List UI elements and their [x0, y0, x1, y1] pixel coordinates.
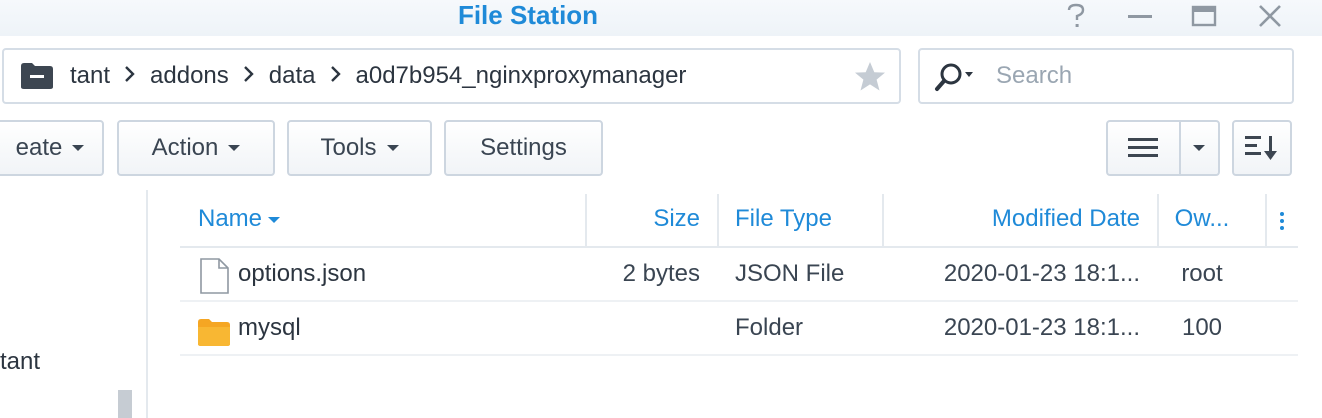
caret-down-icon — [228, 145, 241, 151]
caret-down-icon — [386, 145, 399, 151]
tools-button[interactable]: Tools — [287, 120, 432, 176]
file-icon — [200, 258, 229, 294]
caret-down-icon — [72, 145, 85, 151]
chevron-right-icon — [233, 62, 265, 90]
tools-button-label: Tools — [320, 134, 377, 161]
help-icon[interactable] — [1058, 2, 1094, 30]
column-header-name[interactable]: Name — [198, 192, 281, 246]
path-bar[interactable]: tant addons data a0d7b954_nginxproxymana… — [2, 48, 901, 104]
file-size — [585, 302, 700, 354]
breadcrumb-item[interactable]: addons — [146, 62, 233, 90]
list-view-icon — [1128, 138, 1159, 157]
settings-button-label: Settings — [480, 134, 567, 161]
file-name: options.json — [238, 260, 367, 287]
list-view-button[interactable] — [1108, 122, 1181, 174]
breadcrumb-item[interactable]: data — [265, 62, 320, 90]
action-button-label: Action — [151, 134, 219, 161]
sort-desc-icon — [268, 216, 281, 223]
folder-icon — [21, 63, 53, 89]
table-header: Name Size File Type Modified Date Ow... — [180, 192, 1298, 248]
caret-down-icon — [1193, 145, 1206, 151]
column-header-size[interactable]: Size — [585, 192, 700, 246]
search-box[interactable] — [918, 48, 1294, 104]
table-row[interactable]: options.json 2 bytes JSON File 2020-01-2… — [180, 248, 1298, 302]
maximize-icon[interactable] — [1186, 2, 1222, 30]
window-title: File Station — [457, 0, 599, 30]
folder-icon — [198, 319, 230, 346]
file-owner: 100 — [1181, 314, 1223, 341]
folder-tree: tant — [0, 190, 148, 418]
chevron-right-icon — [114, 62, 146, 90]
file-modified-date: 2020-01-23 18:1... — [943, 260, 1140, 287]
column-header-modified-date[interactable]: Modified Date — [882, 192, 1140, 246]
view-mode-group — [1106, 120, 1220, 176]
file-owner: root — [1181, 260, 1223, 287]
create-button[interactable]: eate — [0, 120, 104, 176]
column-divider[interactable] — [1265, 194, 1267, 246]
settings-button[interactable]: Settings — [444, 120, 603, 176]
column-header-name-label: Name — [198, 205, 263, 232]
view-mode-dropdown[interactable] — [1181, 122, 1218, 174]
breadcrumb: tant addons data a0d7b954_nginxproxymana… — [66, 50, 849, 102]
file-list: Name Size File Type Modified Date Ow... … — [180, 192, 1298, 356]
file-name: mysql — [238, 314, 301, 341]
tree-item[interactable]: tant — [0, 348, 40, 376]
title-bar: File Station — [0, 0, 1322, 36]
column-header-owner[interactable]: Ow... — [1157, 192, 1247, 246]
file-size: 2 bytes — [622, 260, 700, 287]
file-type: JSON File — [735, 260, 845, 287]
search-input[interactable] — [996, 58, 1276, 94]
action-button[interactable]: Action — [117, 120, 275, 176]
column-divider[interactable] — [717, 194, 719, 246]
column-header-file-type[interactable]: File Type — [735, 192, 832, 246]
star-icon[interactable] — [853, 60, 887, 94]
chevron-right-icon — [320, 62, 352, 90]
breadcrumb-item[interactable]: tant — [66, 62, 114, 90]
scrollbar[interactable] — [118, 390, 132, 418]
column-menu-icon[interactable] — [1280, 212, 1286, 230]
table-row[interactable]: mysql Folder 2020-01-23 18:1... 100 — [180, 302, 1298, 356]
close-icon[interactable] — [1252, 2, 1288, 30]
file-type: Folder — [735, 314, 804, 341]
search-icon[interactable] — [934, 62, 974, 92]
sort-icon — [1245, 136, 1277, 160]
sort-button[interactable] — [1232, 120, 1292, 176]
breadcrumb-item[interactable]: a0d7b954_nginxproxymanager — [352, 62, 691, 90]
create-button-label: eate — [15, 134, 63, 161]
minimize-icon[interactable] — [1122, 2, 1158, 30]
file-modified-date: 2020-01-23 18:1... — [943, 314, 1140, 341]
